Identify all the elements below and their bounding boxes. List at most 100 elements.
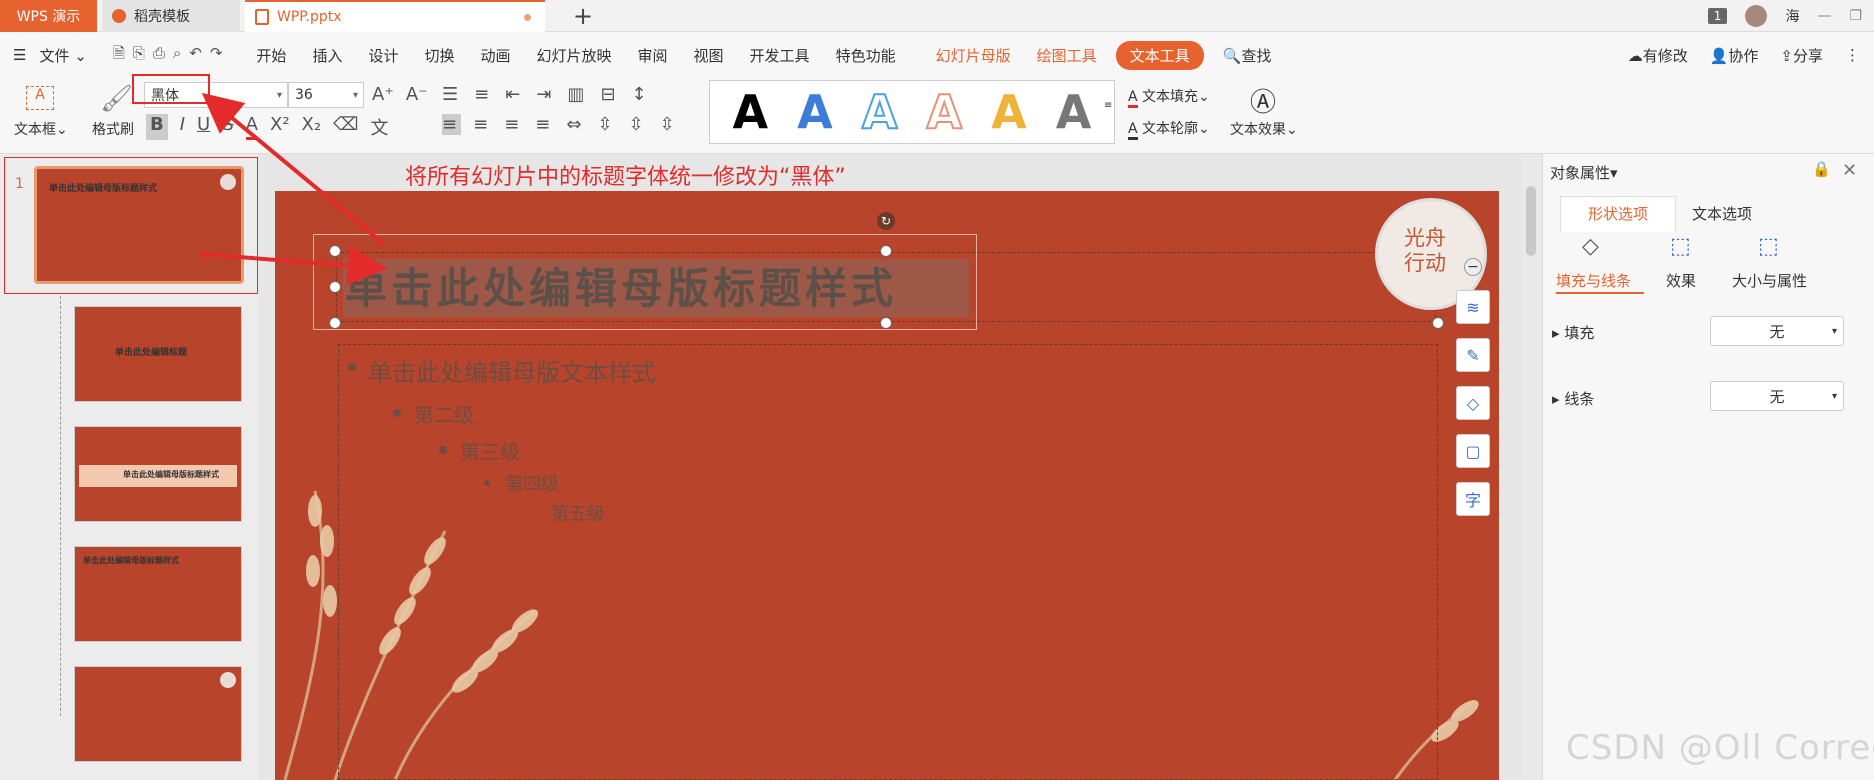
subtab-fill-line[interactable]: 填充与线条 <box>1556 270 1631 291</box>
textbox-icon[interactable]: A <box>26 86 54 110</box>
strikethrough-icon[interactable]: S <box>222 114 233 140</box>
effect-icon[interactable]: ⬚ <box>1670 234 1691 259</box>
justify-icon[interactable]: ≡ <box>535 114 554 135</box>
fill-bucket-icon[interactable]: ◇ <box>1456 386 1490 420</box>
menu-view[interactable]: 视图 <box>681 45 737 66</box>
thumbnail-layout-2[interactable]: 单击此处编辑母版标题样式 <box>74 426 242 522</box>
body-level-4[interactable]: 第四级 <box>505 470 559 496</box>
style-orange-outline[interactable]: A <box>925 88 963 136</box>
paragraph-row-1[interactable]: ☰ ≡ ⇤ ⇥ ▥ ⊟ ↕ <box>442 84 651 105</box>
canvas-scrollbar[interactable] <box>1522 154 1542 780</box>
align-text-icon[interactable]: ⊟ <box>600 84 619 105</box>
slide-title[interactable]: 单击此处编辑母版标题样式 <box>345 255 897 316</box>
menu-text-tools[interactable]: 文本工具 <box>1115 40 1204 70</box>
fill-line-icon[interactable]: ◇ <box>1582 234 1599 259</box>
align-center-icon[interactable]: ≡ <box>473 114 492 135</box>
modified-button[interactable]: ☁有修改 <box>1628 45 1688 66</box>
resize-handle-tm[interactable] <box>880 245 892 257</box>
resize-handle-br[interactable] <box>1432 317 1444 329</box>
format-buttons[interactable]: B I U S A X² X₂ ⌫ 文 <box>146 114 389 140</box>
para-spacing-2-icon[interactable]: ⇳ <box>629 114 648 135</box>
decrease-indent-icon[interactable]: ⇤ <box>505 84 524 105</box>
italic-icon[interactable]: I <box>180 114 185 140</box>
line-section[interactable]: ▸ 线条 <box>1552 388 1594 409</box>
columns-icon[interactable]: ▥ <box>567 84 588 105</box>
window-count-badge[interactable]: 1 <box>1707 8 1728 24</box>
menu-slide-master[interactable]: 幻灯片母版 <box>923 45 1024 66</box>
thumbnail-layout-4[interactable] <box>74 666 242 762</box>
line-select[interactable]: 无 ▾ <box>1710 381 1844 411</box>
thumbnail-layout-3[interactable]: 单击此处编辑母版标题样式 <box>74 546 242 642</box>
text-outline-button[interactable]: A 文本轮廓⌄ <box>1128 118 1210 140</box>
tab-document[interactable]: WPP.pptx <box>245 0 545 32</box>
body-level-3[interactable]: 第三级 <box>460 436 520 465</box>
collab-button[interactable]: 👤协作 <box>1710 45 1759 66</box>
subtab-effect[interactable]: 效果 <box>1666 270 1696 291</box>
menu-file[interactable]: 文件 ⌄ <box>39 45 99 66</box>
para-spacing-icon[interactable]: ⇳ <box>597 114 616 135</box>
menu-drawing-tools[interactable]: 绘图工具 <box>1024 45 1110 66</box>
thumbnail-layout-1[interactable]: 单击此处编辑标题 <box>74 306 242 402</box>
body-level-5[interactable]: 第五级 <box>551 500 605 526</box>
hamburger-icon[interactable]: ☰ <box>0 46 39 64</box>
tab-shape-options[interactable]: 形状选项 <box>1560 196 1676 232</box>
format-painter-button[interactable]: 格式刷 <box>92 119 134 139</box>
distribute-icon[interactable]: ⇔ <box>566 114 585 135</box>
text-convert-icon[interactable]: 字 <box>1456 482 1490 516</box>
format-painter-icon[interactable]: 🖌 <box>100 84 133 114</box>
restore-icon[interactable]: ❐ <box>1849 8 1862 24</box>
size-icon[interactable]: ⬚ <box>1758 234 1779 259</box>
minimize-icon[interactable]: — <box>1817 8 1831 24</box>
bullets-icon[interactable]: ☰ <box>442 84 462 105</box>
close-icon[interactable]: ✕ <box>1842 160 1857 181</box>
fill-select[interactable]: 无 ▾ <box>1710 316 1844 346</box>
style-blue[interactable]: A <box>797 89 833 135</box>
font-color-icon[interactable]: A <box>245 114 258 140</box>
increase-indent-icon[interactable]: ⇥ <box>536 84 555 105</box>
text-fill-button[interactable]: A 文本填充⌄ <box>1128 86 1210 108</box>
resize-handle-l[interactable] <box>329 281 341 293</box>
menu-animation[interactable]: 动画 <box>467 45 523 66</box>
font-size-select[interactable]: 36 ▾ <box>288 82 364 108</box>
quick-tools-icon[interactable]: 🗎⎘⎙⌕↶↷ <box>100 43 244 68</box>
tab-text-options[interactable]: 文本选项 <box>1692 203 1752 224</box>
align-right-icon[interactable]: ≡ <box>504 114 523 135</box>
numbering-icon[interactable]: ≡ <box>474 84 493 105</box>
line-spacing-icon[interactable]: ↕ <box>632 84 651 105</box>
menu-review[interactable]: 审阅 <box>625 45 681 66</box>
menu-start[interactable]: 开始 <box>243 45 299 66</box>
menu-insert[interactable]: 插入 <box>299 45 355 66</box>
border-icon[interactable]: ▢ <box>1456 434 1490 468</box>
avatar[interactable] <box>1745 5 1768 27</box>
superscript-icon[interactable]: X² <box>270 114 290 140</box>
text-style-gallery[interactable]: A A A A A A <box>709 80 1115 144</box>
resize-handle-tl[interactable] <box>329 245 341 257</box>
style-blue-outline[interactable]: A <box>861 88 899 136</box>
tab-template[interactable]: 稻壳模板 <box>102 0 240 32</box>
style-gray[interactable]: A <box>1056 89 1092 135</box>
paragraph-row-2[interactable]: ≡ ≡ ≡ ≡ ⇔ ⇳ ⇳ ⇳ <box>442 114 679 135</box>
align-left-icon[interactable]: ≡ <box>442 114 462 135</box>
text-effect-icon[interactable]: Ⓐ <box>1250 82 1276 119</box>
layers-icon[interactable]: ≋ <box>1456 290 1490 324</box>
more-icon[interactable]: ⋮ <box>1845 46 1860 64</box>
share-button[interactable]: ⇪分享 <box>1780 45 1823 66</box>
user-name[interactable]: 海 <box>1785 6 1799 26</box>
resize-handle-bl[interactable] <box>329 317 341 329</box>
font-grow-shrink-icons[interactable]: A⁺ A⁻ <box>372 84 428 105</box>
pen-icon[interactable]: ✎ <box>1456 338 1490 372</box>
rotate-handle-icon[interactable]: ↻ <box>877 212 895 230</box>
style-gallery-more[interactable]: ≡ <box>1104 100 1112 111</box>
search-button[interactable]: 🔍查找 <box>1210 45 1285 66</box>
para-spacing-3-icon[interactable]: ⇳ <box>660 114 679 135</box>
menu-design[interactable]: 设计 <box>355 45 411 66</box>
clear-format-icon[interactable]: ⌫ <box>333 114 358 140</box>
style-black[interactable]: A <box>733 89 769 135</box>
resize-handle-bm[interactable] <box>880 317 892 329</box>
scrollbar-thumb[interactable] <box>1526 186 1536 256</box>
subtab-size-properties[interactable]: 大小与属性 <box>1732 270 1807 291</box>
textbox-button[interactable]: 文本框⌄ <box>14 119 68 139</box>
bold-icon[interactable]: B <box>146 114 168 140</box>
subscript-icon[interactable]: X₂ <box>302 114 322 140</box>
tab-wps-app[interactable]: WPS 演示 <box>0 0 97 32</box>
